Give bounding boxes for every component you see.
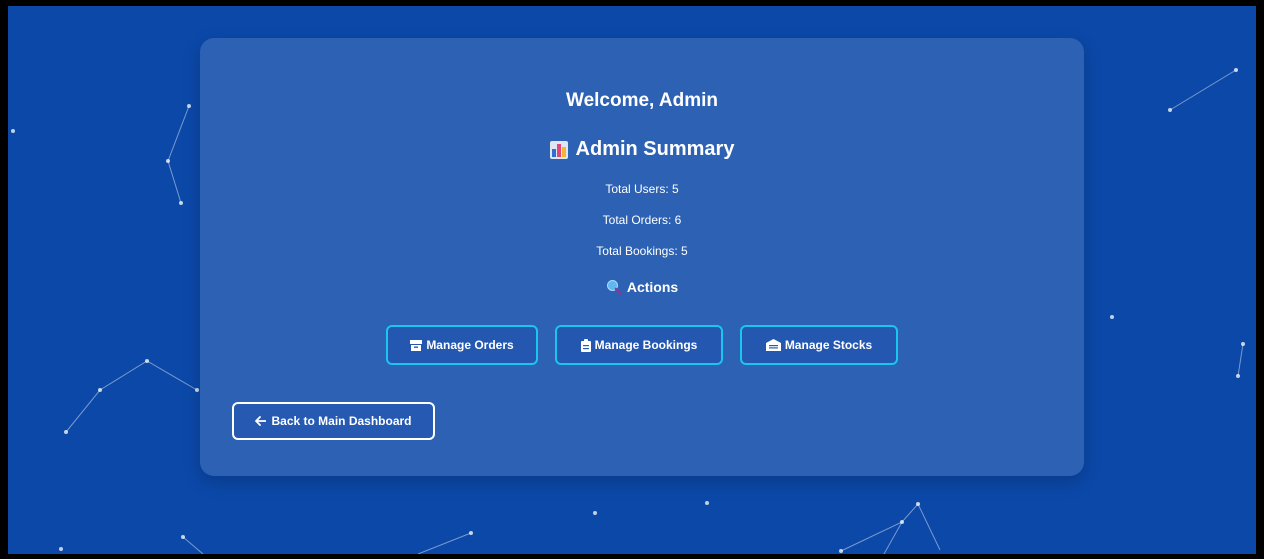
manage-bookings-button[interactable]: Manage Bookings: [555, 325, 723, 365]
actions-title: Actions: [626, 279, 679, 295]
manage-orders-button[interactable]: Manage Orders: [386, 325, 538, 365]
warehouse-icon: [765, 339, 781, 351]
welcome-heading: Welcome, Admin: [565, 90, 719, 111]
admin-summary-title: Admin Summary: [575, 138, 735, 160]
page-background: Welcome, Admin Admin Summary Total Users…: [8, 6, 1256, 554]
magnifier-icon: [606, 279, 622, 295]
back-to-main-dashboard-button[interactable]: Back to Main Dashboard: [232, 402, 435, 440]
clipboard-icon: [580, 338, 591, 352]
back-to-main-dashboard-label: Back to Main Dashboard: [271, 414, 412, 428]
manage-orders-label: Manage Orders: [426, 338, 514, 352]
actions-heading: Actions: [200, 279, 1084, 295]
actions-button-row: Manage Orders Manage Bookings Manage Sto…: [200, 325, 1084, 365]
stat-total-orders: Total Orders: 6: [602, 213, 682, 227]
manage-bookings-label: Manage Bookings: [594, 338, 698, 352]
stat-total-users: Total Users: 5: [605, 182, 679, 196]
admin-summary-heading: Admin Summary: [200, 138, 1084, 161]
stat-total-bookings: Total Bookings: 5: [596, 244, 688, 258]
manage-stocks-label: Manage Stocks: [784, 338, 873, 352]
bar-chart-icon: [549, 140, 568, 159]
box-icon: [410, 339, 423, 351]
arrow-left-icon: [255, 416, 267, 426]
admin-dashboard-card: Welcome, Admin Admin Summary Total Users…: [200, 38, 1084, 476]
manage-stocks-button[interactable]: Manage Stocks: [740, 325, 898, 365]
